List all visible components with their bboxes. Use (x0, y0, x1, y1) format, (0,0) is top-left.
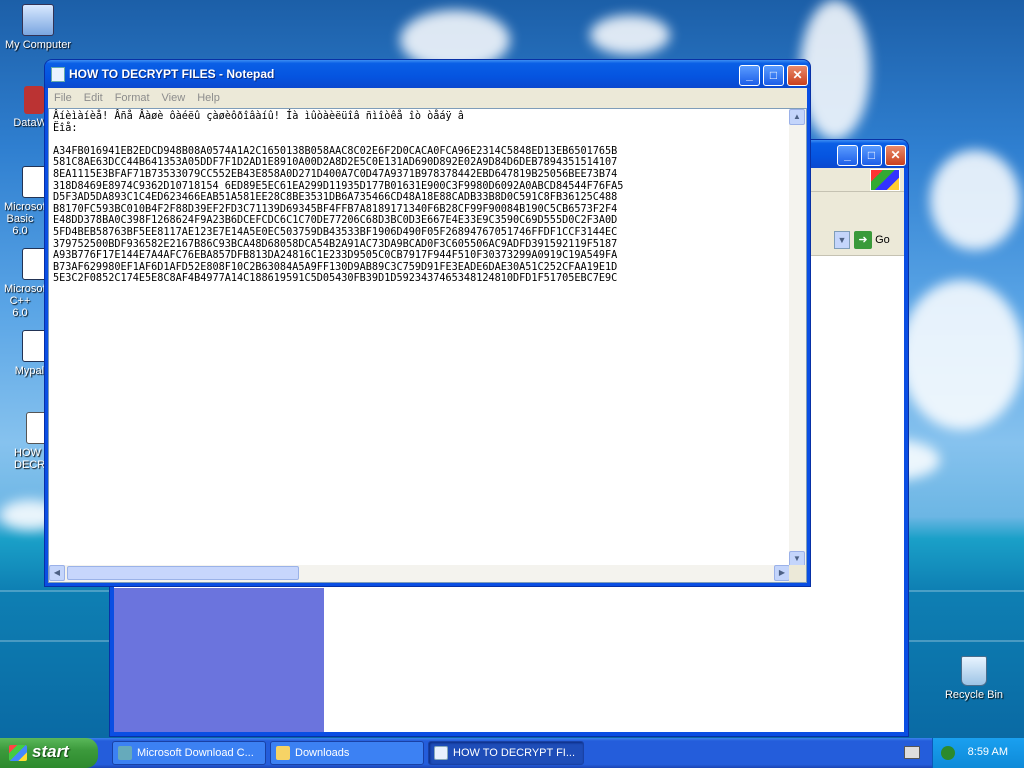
task-label: Downloads (295, 747, 350, 759)
hex-line: 5FD4BEB58763BF5EE8117AE123E7E14A5E0EC503… (53, 226, 618, 238)
menu-help[interactable]: Help (197, 92, 220, 104)
sidebar-panel (114, 588, 324, 732)
window-title: HOW TO DECRYPT FILES - Notepad (69, 67, 275, 81)
scroll-right-button[interactable]: ▶ (774, 565, 790, 581)
start-button[interactable]: start (0, 738, 98, 768)
size-grip[interactable] (789, 565, 806, 582)
scroll-left-button[interactable]: ◀ (49, 565, 65, 581)
scroll-up-button[interactable]: ▲ (789, 109, 805, 125)
hex-line: 379752500BDF936582E2167B86C93BCA48D68058… (53, 238, 618, 250)
horizontal-scrollbar[interactable]: ◀ ▶ (49, 565, 790, 582)
minimize-button[interactable]: _ (837, 145, 858, 166)
task-label: Microsoft Download C... (137, 747, 254, 759)
task-how-to-decrypt[interactable]: HOW TO DECRYPT FI... (428, 741, 584, 765)
text-line: Âíèìàíèå! Âñå Âàøè ôàéëû çàøèôðîâàíû! Íà… (53, 111, 464, 122)
hex-line: E48DD378BA0C398F1268624F9A23B6DCEFCDC6C1… (53, 215, 618, 227)
hex-line: 8EA1115E3BFAF71B73533079CC552EB43E858A0D… (53, 168, 618, 180)
desktop-icon-how-decrypt[interactable]: HOW DECR (0, 412, 48, 471)
minimize-button[interactable]: _ (739, 65, 760, 86)
hex-line: 5E3C2F0852C174E5E8C8AF4B4977A14C18861959… (53, 273, 618, 285)
maximize-button[interactable]: □ (763, 65, 784, 86)
cloud (900, 280, 1024, 430)
editor-text: Âíèìàíèå! Âñå Âàøè ôàéëû çàøèôðîâàíû! Íà… (49, 109, 806, 287)
hex-line: 318D8469E8974C9362D10718154 6ED89E5EC61E… (53, 180, 624, 192)
hex-line: 581C8AE63DCC44B641353A05DDF7F1D2AD1E8910… (53, 157, 618, 169)
desktop-icon-label: Microsof C++ 6.0 (4, 283, 46, 319)
windows-flag-icon (9, 745, 27, 761)
text-line: Ëîå: (53, 122, 78, 134)
windows-logo-icon (870, 169, 900, 191)
hex-line: A93B776F17E144E7A4AFC76EBA857DFB813DA248… (53, 250, 618, 262)
menu-file[interactable]: File (54, 92, 72, 104)
hex-line: D5F3AD5DA893C1C4ED623466EAB51A581EE28C8B… (53, 192, 618, 204)
notepad-icon (434, 746, 448, 760)
menu-edit[interactable]: Edit (84, 92, 103, 104)
address-dropdown-button[interactable]: ▼ (834, 231, 850, 249)
desktop-icon-label: Recycle Bin (944, 689, 1004, 701)
notepad-titlebar[interactable]: HOW TO DECRYPT FILES - Notepad _ □ ✕ (45, 60, 810, 88)
task-microsoft-download[interactable]: Microsoft Download C... (112, 741, 266, 765)
hex-line: B73AF629980EF1AF6D1AFD52E808F10C2B63084A… (53, 261, 618, 273)
horizontal-scroll-thumb[interactable] (67, 566, 299, 580)
notepad-client: File Edit Format View Help Âíèìàíèå! Âñå… (48, 88, 807, 583)
task-label: HOW TO DECRYPT FI... (453, 747, 576, 759)
my-computer-icon (22, 4, 54, 36)
desktop-icon-label: HOW DECR (14, 447, 46, 471)
go-button[interactable]: ➜ Go (854, 231, 900, 251)
close-button[interactable]: ✕ (787, 65, 808, 86)
folder-icon (276, 746, 290, 760)
taskbar: start Microsoft Download C... Downloads … (0, 738, 1024, 768)
browser-icon (118, 746, 132, 760)
notepad-window[interactable]: HOW TO DECRYPT FILES - Notepad _ □ ✕ Fil… (45, 60, 810, 586)
desktop-icon-recycle-bin[interactable]: Recycle Bin (936, 656, 1012, 701)
maximize-button[interactable]: □ (861, 145, 882, 166)
keyboard-icon[interactable] (904, 746, 920, 759)
text-editor[interactable]: Âíèìàíèå! Âñå Âàøè ôàéëû çàøèôðîâàíû! Íà… (48, 108, 807, 583)
recycle-bin-icon (961, 656, 987, 686)
notepad-icon (51, 67, 65, 82)
vertical-scrollbar[interactable]: ▲ ▼ (789, 109, 806, 567)
desktop-icon-label: Microsof Basic 6.0 (4, 201, 46, 237)
go-label: Go (875, 234, 890, 246)
desktop-icon-label: My Computer (4, 39, 72, 51)
go-arrow-icon: ➜ (854, 231, 872, 249)
menu-view[interactable]: View (162, 92, 186, 104)
start-label: start (32, 742, 69, 761)
application-icon (24, 86, 44, 114)
hex-line: A34FB016941EB2EDCD948B08A0574A1A2C165013… (53, 145, 618, 157)
clock[interactable]: 8:59 AM (968, 746, 1008, 758)
cloud (930, 150, 1020, 250)
task-downloads[interactable]: Downloads (270, 741, 424, 765)
close-button[interactable]: ✕ (885, 145, 906, 166)
network-icon[interactable] (941, 746, 955, 760)
hex-line: B8170FC593BC010B4F2F88D39EF2FD3C71139D69… (53, 203, 618, 215)
system-tray: 8:59 AM (932, 738, 1024, 768)
menu-bar: File Edit Format View Help (48, 88, 807, 108)
desktop-icon-my-computer[interactable]: My Computer (0, 4, 76, 51)
cloud (800, 0, 870, 140)
cloud (590, 15, 670, 55)
menu-format[interactable]: Format (115, 92, 150, 104)
